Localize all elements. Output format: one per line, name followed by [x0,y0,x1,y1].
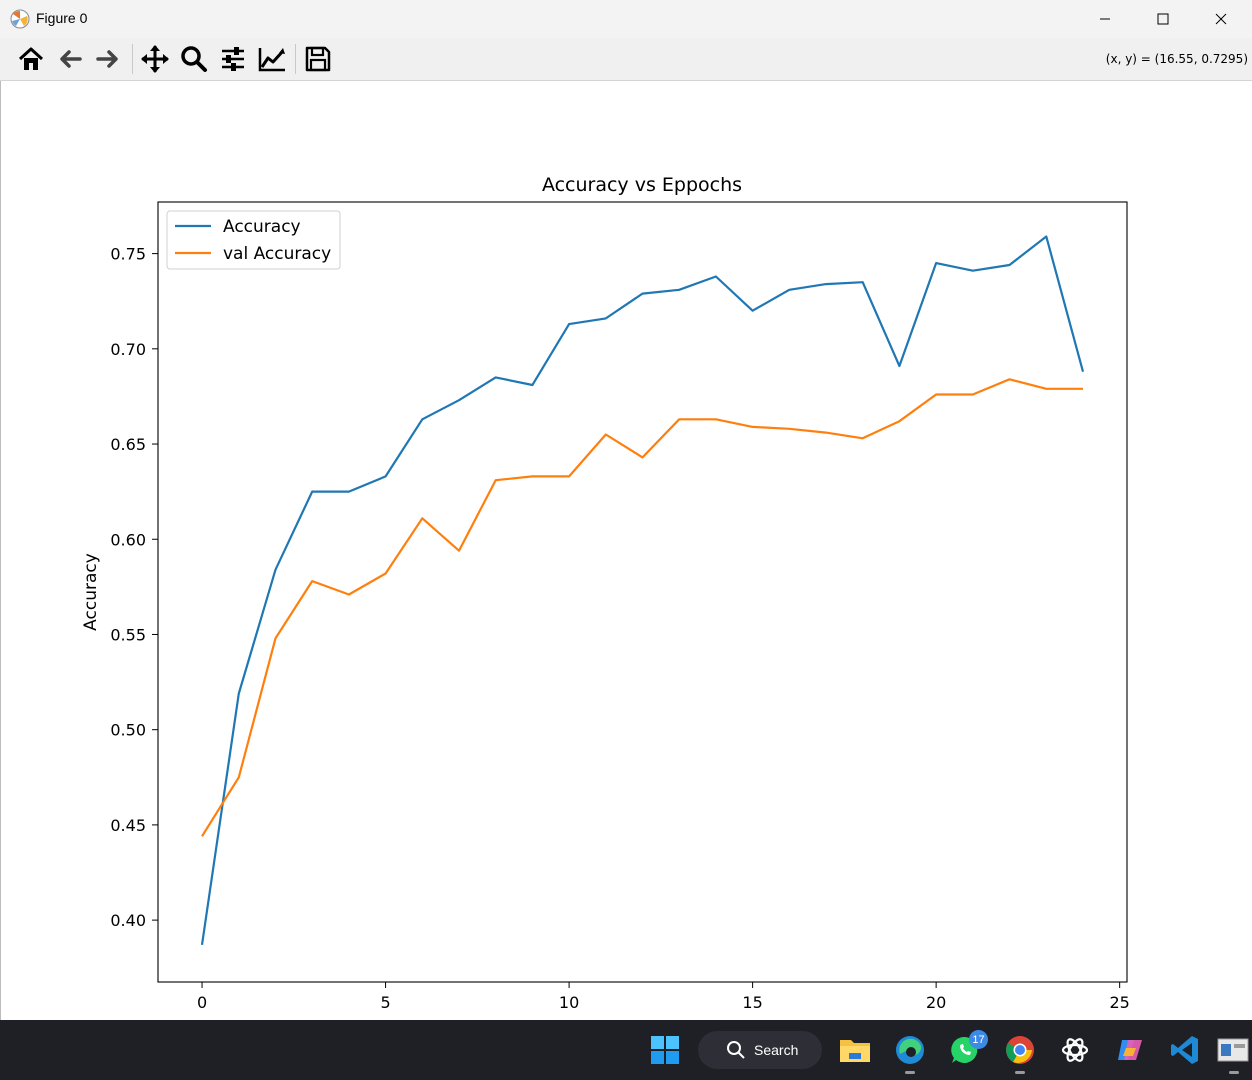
back-arrow-icon [60,50,82,68]
toolbar-separator [295,44,296,74]
notification-badge: 17 [969,1030,988,1049]
edit-axis-button[interactable] [255,42,289,76]
edit-axis-icon [258,48,285,72]
x-tick-label: 25 [1109,993,1129,1012]
window-title: Figure 0 [36,10,88,26]
search-icon [727,1041,745,1059]
toolbar-separator [132,44,133,74]
forward-arrow-icon [96,50,118,68]
y-tick-label: 0.45 [110,816,146,835]
accuracy-series-line [200,235,1085,946]
figure-window-button[interactable] [1214,1030,1252,1074]
chart-title: Accuracy vs Eppochs [542,174,742,196]
search-label: Search [754,1042,799,1058]
axes-frame [157,201,1128,983]
val-accuracy-series-line [201,378,1083,837]
x-tick-label: 20 [926,993,946,1012]
zoom-icon [181,46,207,72]
legend-val-accuracy-label: val Accuracy [223,244,331,264]
maximize-icon [1157,13,1169,25]
legend: Accuracy val Accuracy [166,210,341,270]
pan-icon [141,45,169,73]
zoom-button[interactable] [177,42,211,76]
vscode-icon [1171,1036,1198,1064]
folder-icon [840,1040,870,1062]
running-indicator [1229,1071,1239,1074]
forward-button[interactable] [91,42,125,76]
save-button[interactable] [301,42,335,76]
close-button[interactable] [1192,0,1250,38]
copilot-button[interactable] [1110,1030,1150,1070]
taskbar-search[interactable]: Search [698,1031,822,1069]
y-tick-label: 0.65 [110,435,146,454]
windows-logo-icon [651,1036,679,1064]
copilot-icon [1118,1040,1142,1060]
y-tick-label: 0.40 [110,911,146,930]
edge-button[interactable] [890,1030,930,1074]
x-tick-label: 0 [197,993,207,1012]
y-tick-label: 0.50 [110,721,146,740]
start-button[interactable] [645,1030,685,1070]
taskbar: Search 17 [0,1020,1252,1080]
matplotlib-icon [10,9,30,29]
y-tick-label: 0.70 [110,340,146,359]
x-tick-label: 10 [559,993,579,1012]
chrome-icon [1006,1036,1034,1064]
configure-subplots-button[interactable] [216,42,250,76]
save-icon [305,46,331,72]
legend-accuracy-label: Accuracy [223,217,301,237]
vscode-button[interactable] [1165,1030,1205,1070]
accuracy-chart: Accuracy vs Eppochs 0 5 10 15 20 25 0.40 0.45 0.… [81,174,1130,1012]
pan-button[interactable] [138,42,172,76]
y-axis-label: Accuracy [81,553,101,631]
y-tick-label: 0.60 [110,530,146,549]
whatsapp-button[interactable]: 17 [945,1030,988,1070]
minimize-button[interactable] [1076,0,1134,38]
file-explorer-button[interactable] [835,1030,875,1070]
navigation-toolbar: (x, y) = (16.55, 0.7295) [0,38,1252,81]
minimize-icon [1100,18,1110,20]
x-tick-label: 5 [380,993,390,1012]
close-icon [1215,13,1227,25]
home-button[interactable] [14,42,48,76]
y-tick-label: 0.55 [110,625,146,644]
configure-subplots-icon [222,47,244,71]
x-tick-label: 15 [742,993,762,1012]
cursor-coordinates: (x, y) = (16.55, 0.7295) [1105,52,1248,66]
home-icon [18,47,44,70]
title-bar: Figure 0 [0,0,1252,38]
figure-canvas[interactable]: Accuracy vs Eppochs 0 5 10 15 20 25 0.40 0.45 0.… [0,81,1252,1020]
back-button[interactable] [53,42,87,76]
running-indicator [1015,1071,1025,1074]
chatgpt-button[interactable] [1055,1030,1095,1070]
running-indicator [905,1071,915,1074]
matplotlib-window-icon [1217,1038,1249,1062]
chrome-button[interactable] [1000,1030,1040,1074]
maximize-button[interactable] [1134,0,1192,38]
y-tick-label: 0.75 [110,245,146,264]
edge-icon [896,1036,924,1064]
chatgpt-icon [1061,1038,1089,1062]
